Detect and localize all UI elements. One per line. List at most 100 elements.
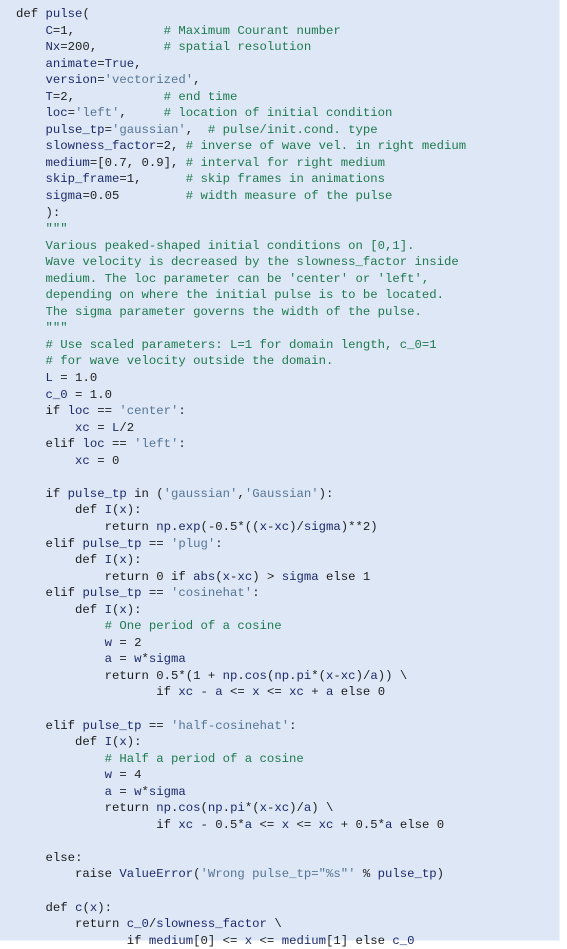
plain-token: (: [82, 900, 90, 915]
plain-token: (: [215, 569, 223, 584]
code-line: w = 2: [16, 635, 466, 652]
identifier-token: xc: [340, 668, 356, 683]
keyword-token: return: [75, 917, 127, 932]
code-line: def I(x):: [16, 602, 466, 619]
string-token: 'Gaussian': [244, 486, 319, 501]
plain-token: 0: [156, 569, 171, 584]
plain-token: -: [193, 685, 216, 700]
code-line: if xc - a <= x <= xc + a else 0: [16, 684, 466, 701]
identifier-token: np: [207, 801, 223, 816]
plain-token: =: [97, 73, 105, 88]
identifier-token: skip_frame: [45, 172, 120, 187]
code-line: a = w*sigma: [16, 784, 466, 801]
plain-token: (-0.5*((: [200, 519, 260, 534]
keyword-token: elif: [45, 536, 83, 551]
code-line: loc='left', # location of initial condit…: [16, 105, 466, 122]
code-line: # for wave velocity outside the domain.: [16, 353, 466, 370]
plain-token: *: [141, 784, 149, 799]
plain-token: (: [156, 486, 164, 501]
code-line: # Half a period of a cosine: [16, 751, 466, 768]
plain-token: .: [222, 801, 231, 816]
keyword-token: raise: [75, 867, 120, 882]
code-line: if pulse_tp in ('gaussian','Gaussian'):: [16, 486, 466, 503]
code-line: The sigma parameter governs the width of…: [16, 304, 466, 321]
identifier-token: xc: [75, 420, 90, 435]
identifier-token: I: [104, 735, 112, 750]
keyword-token: return: [104, 569, 157, 584]
code-listing-panel: def pulse( C=1, # Maximum Courant number…: [0, 0, 560, 948]
keyword-token: return: [104, 801, 157, 816]
code-line: elif pulse_tp == 'half-cosinehat':: [16, 718, 466, 735]
identifier-token: xc: [274, 801, 290, 816]
keyword-token: if: [45, 486, 68, 501]
string-token: 'gaussian': [111, 122, 186, 137]
plain-token: *: [141, 652, 149, 667]
plain-token: )/: [289, 801, 304, 816]
plain-token: :: [178, 437, 186, 452]
plain-token: ) >: [252, 569, 282, 584]
keyword-token: return: [104, 668, 157, 683]
code-line: """: [16, 320, 466, 337]
plain-token: (: [200, 801, 208, 816]
plain-token: ==: [141, 718, 172, 733]
identifier-token: animate: [45, 56, 98, 71]
identifier-token: xc: [75, 453, 90, 468]
code-line: xc = L/2: [16, 420, 466, 437]
identifier-token: I: [104, 602, 112, 617]
plain-token: =: [111, 784, 135, 799]
identifier-token: pi: [230, 801, 245, 816]
identifier-token: sigma: [45, 189, 83, 204]
plain-token: (: [193, 867, 201, 882]
identifier-token: ValueError: [119, 867, 194, 882]
plain-token: ==: [104, 437, 135, 452]
code-line: return np.cos(np.pi*(x-xc)/a) \: [16, 800, 466, 817]
python-code-block: def pulse( C=1, # Maximum Courant number…: [16, 6, 466, 949]
plain-token: (: [82, 7, 90, 21]
identifier-token: C: [45, 23, 53, 38]
code-line: def c(x):: [16, 900, 466, 917]
identifier-token: c_0: [126, 917, 149, 932]
docstring-token: Various peaked-shaped initial conditions…: [45, 238, 415, 253]
string-token: 'vectorized': [104, 73, 194, 88]
plain-token: <=: [222, 685, 253, 700]
keyword-token: if: [45, 404, 68, 419]
identifier-token: slowness_factor: [45, 139, 157, 154]
plain-token: :: [75, 850, 83, 865]
plain-token: ==: [89, 404, 120, 419]
identifier-token: np: [156, 801, 171, 816]
plain-token: = 1.0: [52, 371, 98, 386]
plain-token: ):: [16, 205, 61, 220]
plain-token: <=: [289, 817, 319, 832]
keyword-token: def: [45, 900, 76, 915]
identifier-token: c_0: [45, 387, 68, 402]
docstring-token: Wave velocity is decreased by the slowne…: [45, 255, 459, 270]
identifier-token: sigma: [281, 569, 319, 584]
identifier-token: a: [370, 668, 378, 683]
code-line: elif pulse_tp == 'cosinehat':: [16, 585, 466, 602]
identifier-token: version: [45, 73, 98, 88]
code-line: animate=True,: [16, 56, 466, 73]
code-line: Nx=200, # spatial resolution: [16, 39, 466, 56]
identifier-token: slowness_factor: [156, 917, 267, 932]
plain-token: [0] <=: [193, 933, 245, 948]
plain-token: 0: [377, 685, 386, 700]
identifier-token: x: [119, 503, 127, 518]
keyword-token: if: [156, 817, 179, 832]
